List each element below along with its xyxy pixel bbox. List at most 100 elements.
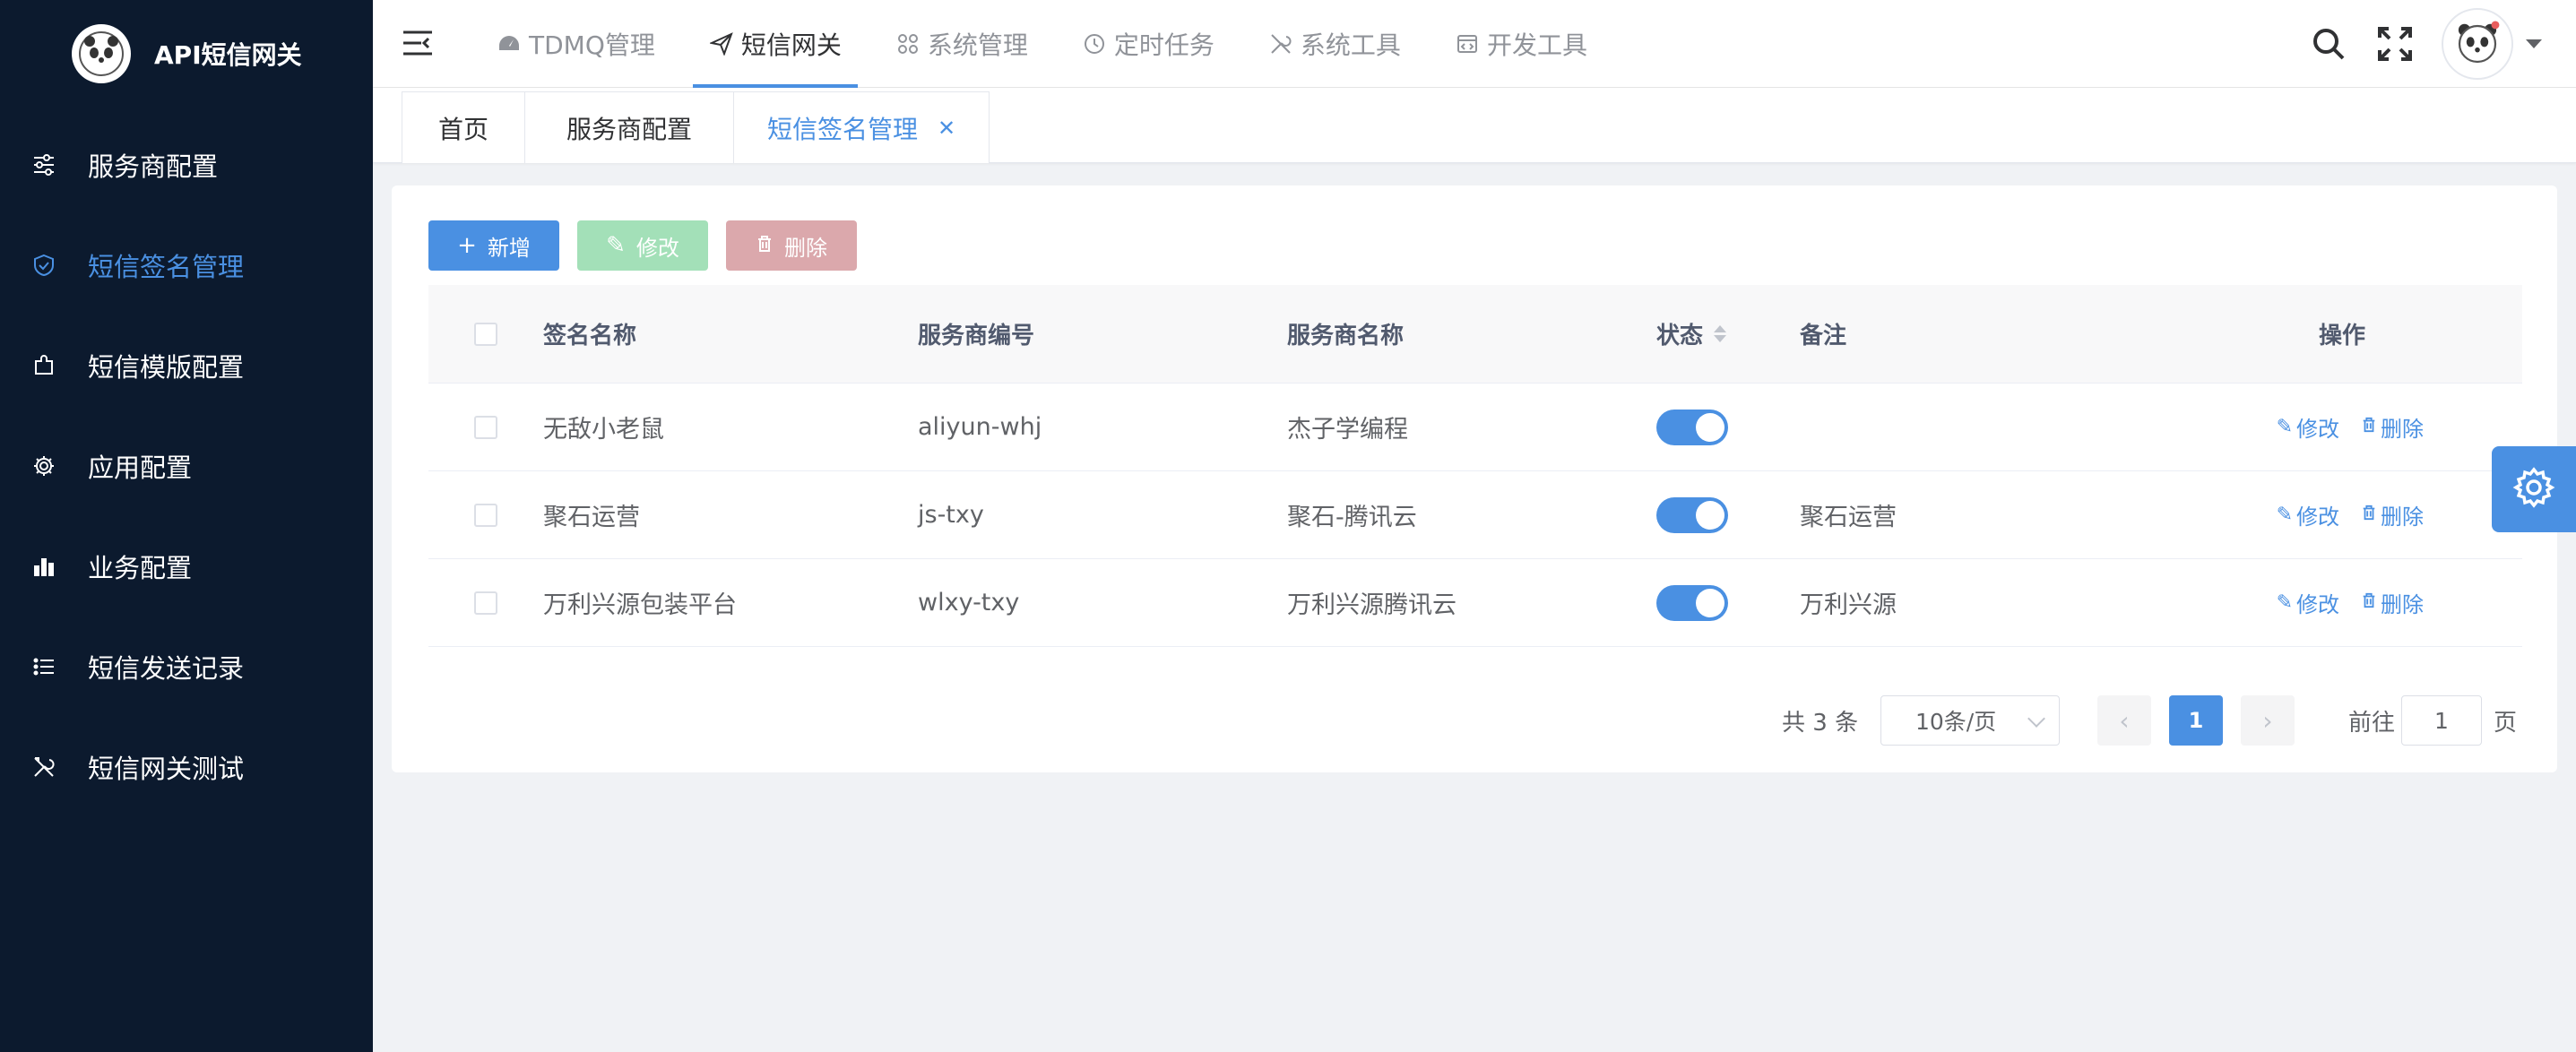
edit-icon: ✎ xyxy=(2277,591,2293,614)
row-delete-link[interactable]: 删除 xyxy=(2361,499,2424,530)
tag-signature[interactable]: 短信签名管理 ✕ xyxy=(733,91,990,163)
cell-name: 无敌小老鼠 xyxy=(543,410,918,444)
page-number-button[interactable]: 1 xyxy=(2169,695,2223,746)
col-header-status[interactable]: 状态 xyxy=(1656,317,1800,350)
bar-chart-icon xyxy=(30,553,57,580)
cell-code: wlxy-txy xyxy=(918,589,1287,617)
sidebar-item-template[interactable]: 短信模版配置 xyxy=(0,315,373,416)
delete-button[interactable]: 删除 xyxy=(726,220,857,271)
chevron-down-icon[interactable] xyxy=(2526,39,2542,48)
row-edit-link[interactable]: ✎修改 xyxy=(2277,587,2339,618)
select-all-checkbox[interactable] xyxy=(474,323,497,346)
cell-code: js-txy xyxy=(918,501,1287,529)
fullscreen-icon[interactable] xyxy=(2375,24,2415,64)
tag-label: 首页 xyxy=(438,110,488,146)
row-delete-link[interactable]: 删除 xyxy=(2361,587,2424,618)
sidebar-item-app-config[interactable]: 应用配置 xyxy=(0,416,373,516)
col-header-name: 签名名称 xyxy=(543,317,918,350)
row-delete-link[interactable]: 删除 xyxy=(2361,411,2424,443)
prev-page-button[interactable]: ‹ xyxy=(2097,695,2151,746)
sidebar-item-label: 短信发送记录 xyxy=(88,648,244,686)
avatar[interactable] xyxy=(2442,8,2513,80)
close-icon[interactable]: ✕ xyxy=(938,116,955,141)
table-row: 聚石运营 js-txy 聚石-腾讯云 聚石运营 ✎修改 删除 xyxy=(428,471,2522,559)
topnav-label: 定时任务 xyxy=(1114,26,1215,62)
menu-toggle-icon[interactable] xyxy=(402,27,434,59)
col-header-ops: 操作 xyxy=(2140,317,2522,350)
goto-page-input[interactable]: 1 xyxy=(2401,695,2482,746)
topnav-tdmq[interactable]: TDMQ管理 xyxy=(480,0,671,88)
sort-icon[interactable] xyxy=(1714,325,1726,342)
row-check-cell xyxy=(428,416,543,439)
status-switch[interactable] xyxy=(1656,410,1728,445)
sidebar: API短信网关 服务商配置 短信签名管理 短信模版配置 应用配置 业务配置 xyxy=(0,0,373,1052)
sidebar-item-send-log[interactable]: 短信发送记录 xyxy=(0,617,373,717)
chevron-right-icon: › xyxy=(2262,706,2272,736)
status-switch[interactable] xyxy=(1656,585,1728,621)
tag-provider-config[interactable]: 服务商配置 xyxy=(524,91,734,163)
grid-icon xyxy=(895,31,921,56)
search-icon[interactable] xyxy=(2309,24,2348,64)
tags-view: 首页 服务商配置 短信签名管理 ✕ xyxy=(373,88,2576,163)
table-row: 无敌小老鼠 aliyun-whj 杰子学编程 ✎修改 删除 xyxy=(428,384,2522,471)
tag-home[interactable]: 首页 xyxy=(402,91,525,163)
sidebar-item-label: 短信网关测试 xyxy=(88,748,244,786)
cell-name: 万利兴源包装平台 xyxy=(543,585,918,620)
row-checkbox[interactable] xyxy=(474,416,497,439)
plus-icon: + xyxy=(457,232,477,259)
puzzle-icon xyxy=(30,352,57,379)
op-label: 删除 xyxy=(2381,499,2424,530)
edit-icon: ✎ xyxy=(2277,416,2293,438)
settings-drawer-button[interactable] xyxy=(2492,446,2576,532)
status-switch[interactable] xyxy=(1656,497,1728,533)
op-label: 修改 xyxy=(2296,411,2339,443)
sidebar-item-signature[interactable]: 短信签名管理 xyxy=(0,215,373,315)
op-label: 修改 xyxy=(2296,499,2339,530)
trash-icon xyxy=(2361,416,2377,438)
select-all-cell xyxy=(428,323,543,346)
page-size-select[interactable]: 10条/页 xyxy=(1880,695,2060,746)
button-label: 新增 xyxy=(488,230,531,262)
sidebar-item-label: 短信模版配置 xyxy=(88,347,244,384)
cell-ops: ✎修改 删除 xyxy=(2140,587,2522,618)
tools-icon xyxy=(30,754,57,780)
topnav-dev-tools[interactable]: 开发工具 xyxy=(1439,0,1604,88)
row-edit-link[interactable]: ✎修改 xyxy=(2277,499,2339,530)
row-check-cell xyxy=(428,504,543,527)
brand-title: API短信网关 xyxy=(154,36,302,72)
gear-icon xyxy=(2512,466,2555,513)
edit-button[interactable]: ✎ 修改 xyxy=(577,220,708,271)
col-header-provider-name: 服务商名称 xyxy=(1287,317,1656,350)
cell-status xyxy=(1656,410,1800,445)
topnav-scheduled[interactable]: 定时任务 xyxy=(1066,0,1231,88)
sidebar-item-provider-config[interactable]: 服务商配置 xyxy=(0,115,373,215)
sidebar-item-business-config[interactable]: 业务配置 xyxy=(0,516,373,617)
row-checkbox[interactable] xyxy=(474,591,497,615)
sidebar-item-label: 服务商配置 xyxy=(88,146,218,184)
sidebar-item-gateway-test[interactable]: 短信网关测试 xyxy=(0,717,373,817)
topnav-sys-tools[interactable]: 系统工具 xyxy=(1252,0,1417,88)
topnav-system[interactable]: 系统管理 xyxy=(879,0,1044,88)
cell-remark: 聚石运营 xyxy=(1800,497,2140,532)
topnav-sms-gateway[interactable]: 短信网关 xyxy=(693,0,858,88)
col-header-code: 服务商编号 xyxy=(918,317,1287,350)
navbar-right xyxy=(2309,0,2576,88)
next-page-button[interactable]: › xyxy=(2241,695,2295,746)
shield-check-icon xyxy=(30,252,57,279)
row-check-cell xyxy=(428,591,543,615)
tag-label: 短信签名管理 xyxy=(767,110,918,146)
cell-provider-name: 聚石-腾讯云 xyxy=(1287,497,1656,532)
add-button[interactable]: + 新增 xyxy=(428,220,559,271)
op-label: 修改 xyxy=(2296,587,2339,618)
brand: API短信网关 xyxy=(72,23,302,84)
cell-code: aliyun-whj xyxy=(918,413,1287,441)
topnav-label: 开发工具 xyxy=(1487,26,1587,62)
chevron-down-icon xyxy=(2027,710,2045,728)
trash-icon xyxy=(2361,591,2377,614)
tag-label: 服务商配置 xyxy=(566,110,692,146)
row-edit-link[interactable]: ✎修改 xyxy=(2277,411,2339,443)
row-checkbox[interactable] xyxy=(474,504,497,527)
sidebar-item-label: 短信签名管理 xyxy=(88,246,244,284)
cell-remark: 万利兴源 xyxy=(1800,585,2140,620)
cell-status xyxy=(1656,585,1800,621)
